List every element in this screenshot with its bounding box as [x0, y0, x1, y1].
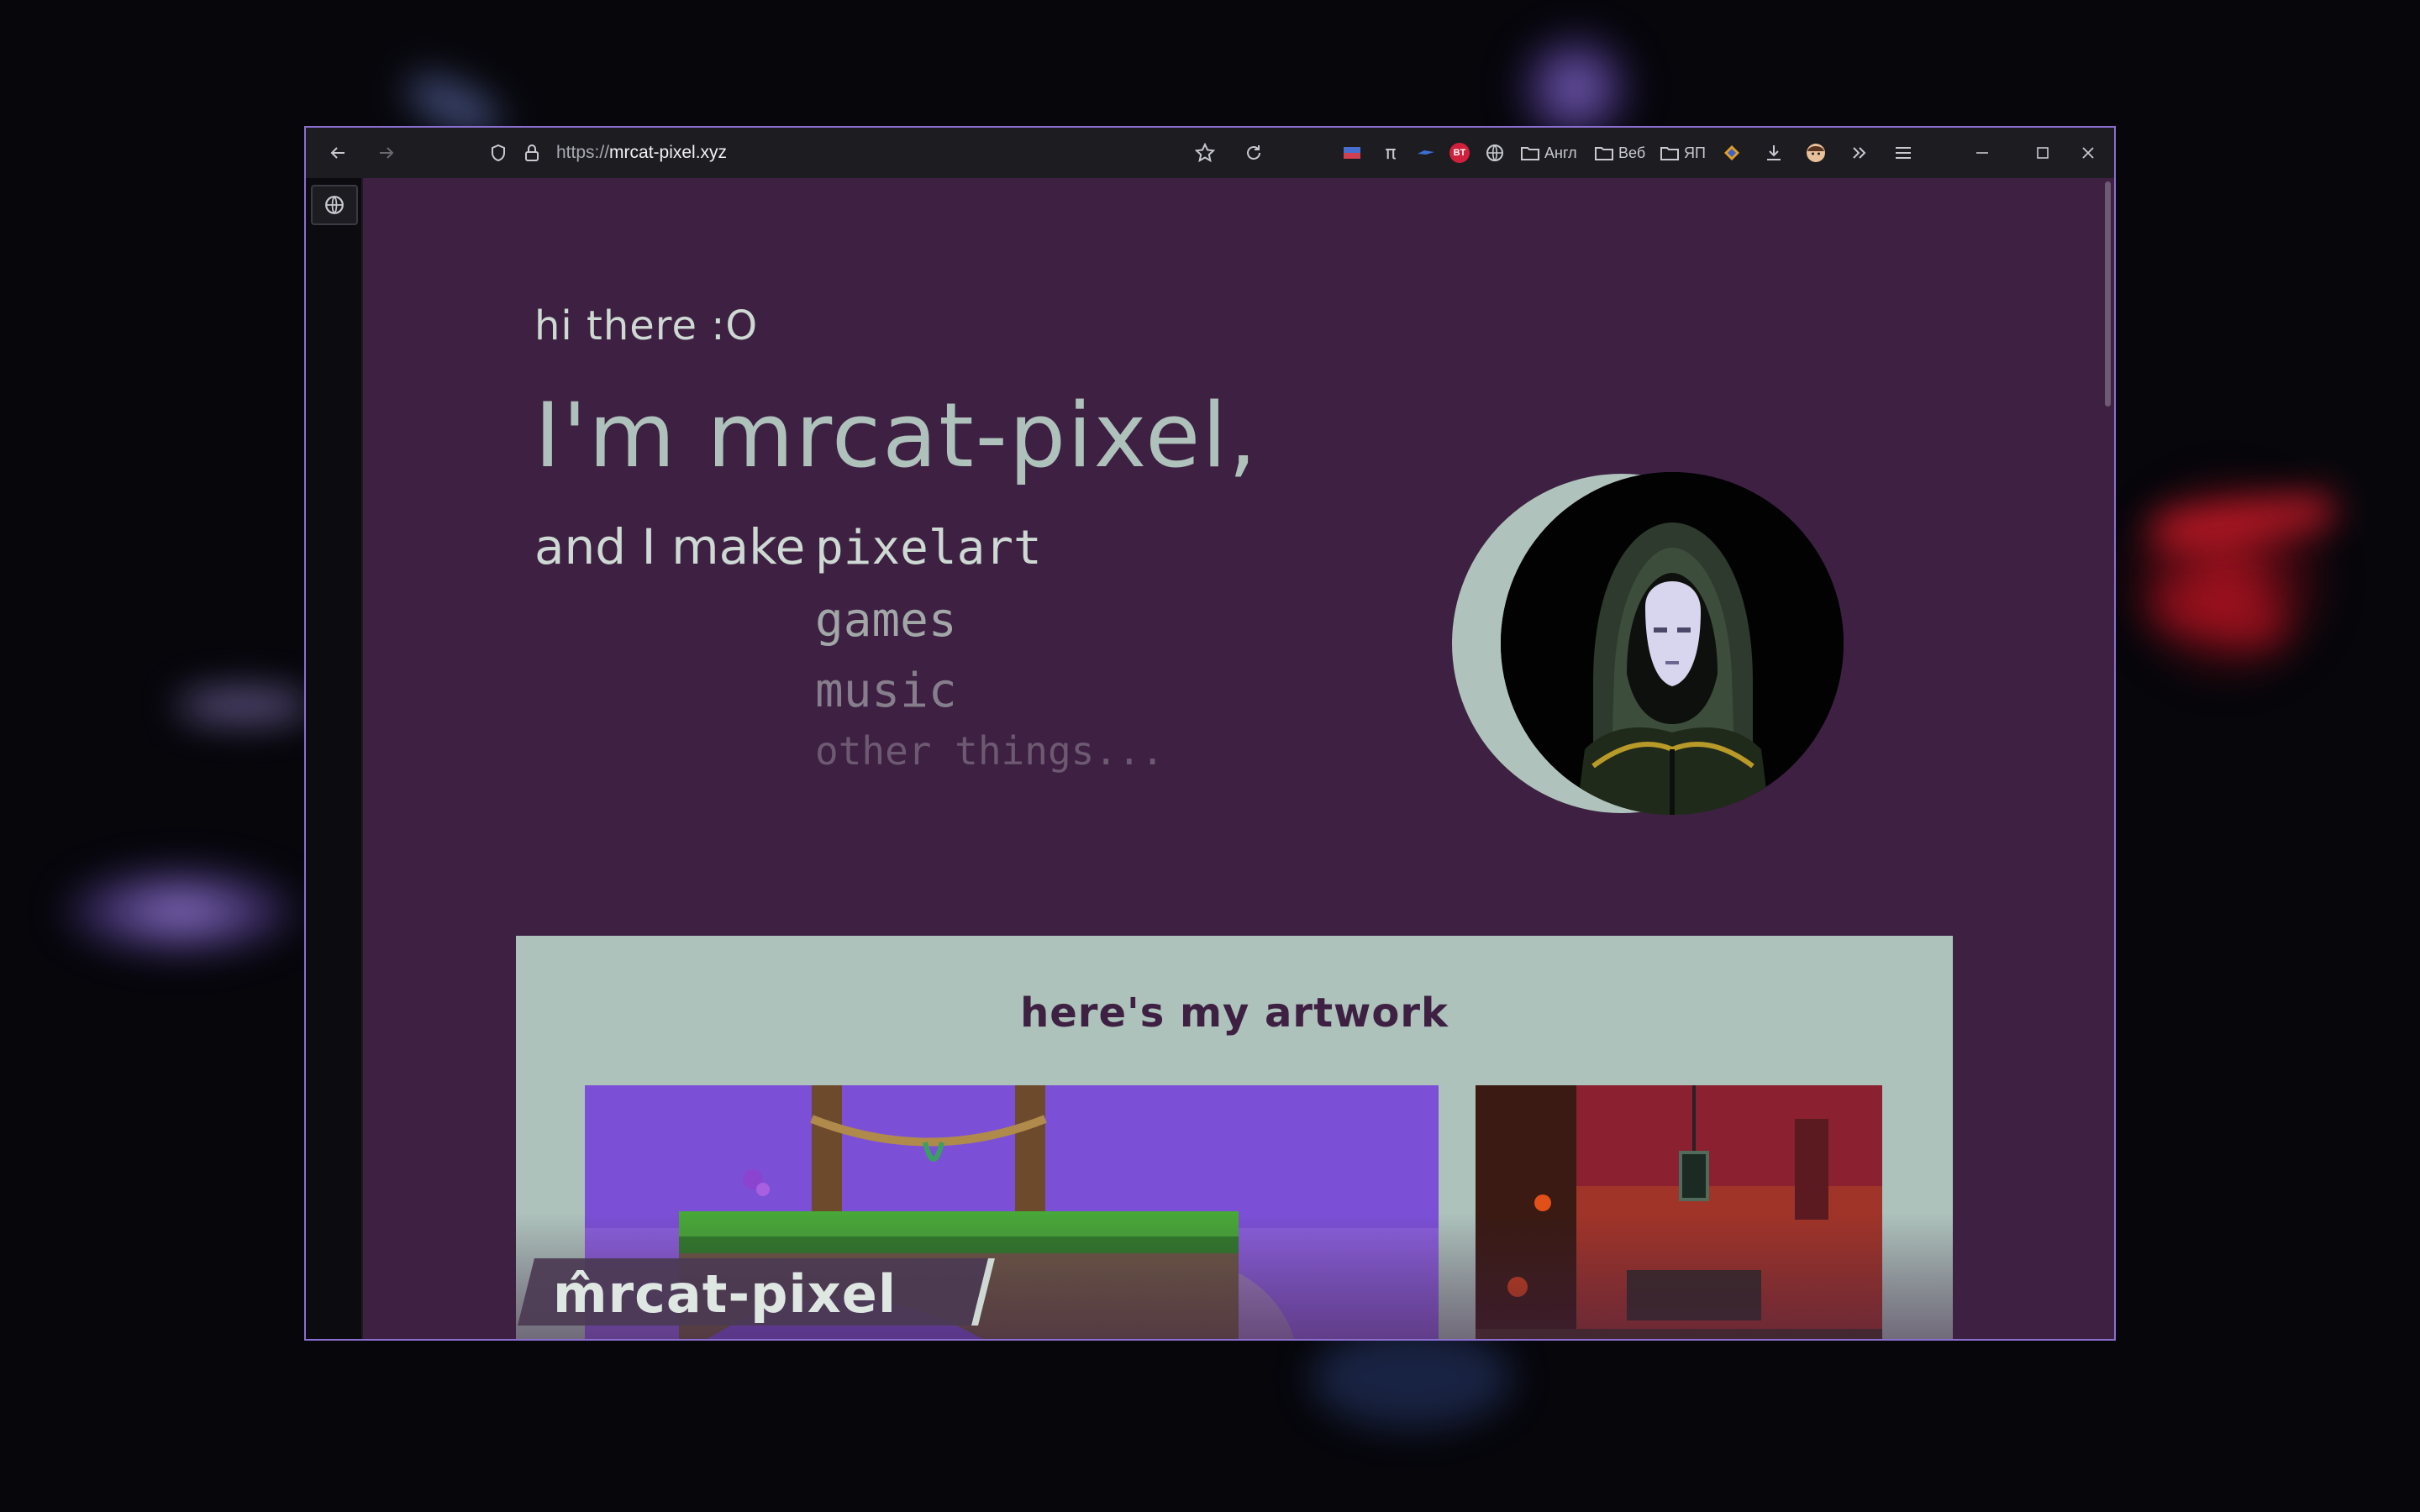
maximize-icon[interactable] [2030, 138, 2055, 168]
folder-icon [1660, 147, 1679, 160]
bt-extension-icon[interactable]: BT [1447, 138, 1472, 168]
make-label: and I make [534, 518, 806, 575]
hooded-masked-figure-image [1501, 472, 1844, 815]
folder-icon [1521, 147, 1539, 160]
pixelart-castle-lantern-image [1476, 1085, 1882, 1339]
blue-paint-splash [1311, 1327, 1512, 1428]
browser-sidebar [306, 178, 361, 1339]
logo-text: m̂rcat-pixel [553, 1263, 897, 1325]
bookmark-folder-label: Веб [1618, 144, 1646, 161]
sidebar-globe-button[interactable] [311, 185, 358, 225]
purple-paint-splash [59, 865, 302, 958]
page-scrollbar[interactable] [2102, 178, 2114, 1339]
pi-extension-icon[interactable]: π [1378, 138, 1403, 168]
artwork-thumbnail-castle[interactable] [1476, 1085, 1882, 1339]
extension-diamond-icon[interactable] [1719, 138, 1744, 168]
folder-icon [1595, 147, 1613, 160]
profile-avatar-icon[interactable] [1803, 138, 1828, 168]
purple-paint-streak [176, 689, 311, 722]
globe-icon [325, 196, 344, 214]
extension-bird-icon[interactable] [1413, 138, 1439, 168]
reload-icon[interactable] [1239, 138, 1269, 168]
bookmark-folder[interactable]: ЯП [1660, 138, 1706, 168]
bookmark-folder[interactable]: Веб [1595, 138, 1645, 168]
address-bar[interactable]: https://mrcat-pixel.xyz [556, 138, 727, 168]
url-prefix: https:// [556, 143, 610, 162]
site-logo[interactable]: m̂rcat-pixel [518, 1252, 995, 1329]
bt-badge: BT [1449, 143, 1470, 163]
bookmark-folder-label: Англ [1544, 144, 1577, 161]
url-host: mrcat-pixel.xyz [609, 143, 728, 162]
star-icon[interactable] [1190, 138, 1220, 168]
forward-arrow-icon[interactable] [371, 138, 402, 168]
bookmark-folder[interactable]: Англ [1521, 138, 1577, 168]
shield-icon[interactable] [486, 138, 511, 168]
avatar [1501, 472, 1844, 815]
extension-flag-icon[interactable] [1339, 138, 1365, 168]
overflow-chevrons-icon[interactable] [1847, 138, 1872, 168]
make-item-music: music [815, 664, 957, 718]
make-item-other-things: other things... [815, 728, 1165, 774]
close-icon[interactable] [2075, 138, 2101, 168]
webpage: hi there :O I'm mrcat-pixel, and I make … [363, 178, 2104, 1339]
greeting-text: hi there :O [534, 302, 759, 349]
browser-toolbar: https://mrcat-pixel.xyz π BT Англ Веб ЯП [306, 128, 2114, 178]
lock-icon[interactable] [519, 138, 544, 168]
minimize-icon[interactable] [1970, 138, 1995, 168]
menu-icon[interactable] [1891, 138, 1916, 168]
scrollbar-thumb[interactable] [2105, 181, 2111, 407]
artwork-section-title: here's my artwork [1020, 990, 1449, 1037]
page-headline: I'm mrcat-pixel, [534, 384, 1259, 487]
make-item-games: games [815, 593, 957, 648]
pi-label: π [1385, 142, 1397, 164]
make-item-pixelart: pixelart [815, 521, 1042, 575]
bookmark-folder-label: ЯП [1684, 144, 1706, 161]
back-arrow-icon[interactable] [323, 138, 353, 168]
globe-icon[interactable] [1482, 138, 1507, 168]
download-icon[interactable] [1761, 138, 1786, 168]
browser-window: https://mrcat-pixel.xyz π BT Англ Веб ЯП… [304, 126, 2116, 1341]
